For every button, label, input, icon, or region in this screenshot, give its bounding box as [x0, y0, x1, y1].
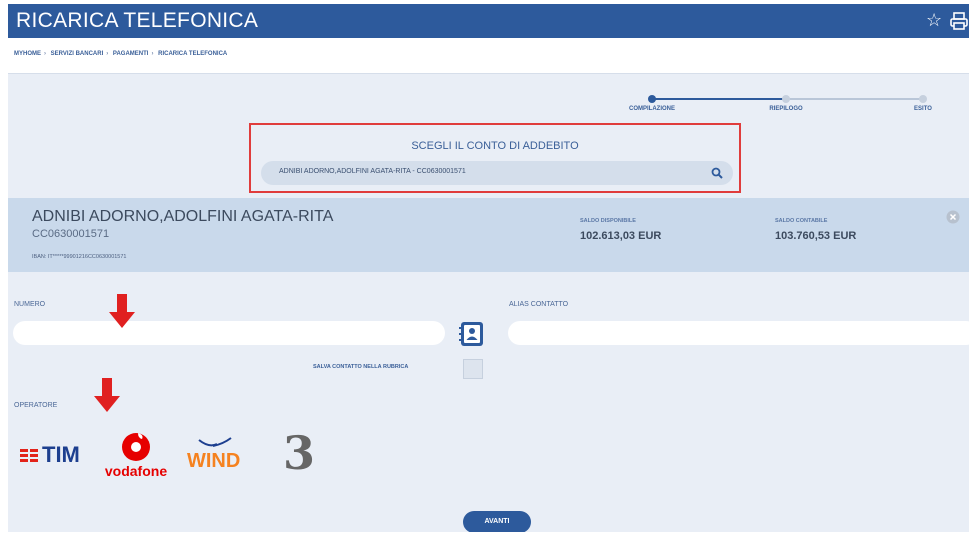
- vodafone-logo-icon: [122, 433, 150, 461]
- title-bar: RICARICA TELEFONICA ☆: [8, 4, 969, 38]
- conto-selection-box: SCEGLI IL CONTO DI ADDEBITO ADNIBI ADORN…: [249, 123, 741, 193]
- search-icon[interactable]: [711, 167, 723, 179]
- operatore-label: OPERATORE: [14, 402, 58, 409]
- breadcrumb-item-myhome[interactable]: MYHOME: [14, 51, 41, 57]
- saldo-disponibile-label: SALDO DISPONIBILE: [580, 218, 636, 224]
- conto-title: SCEGLI IL CONTO DI ADDEBITO: [411, 140, 579, 152]
- step-dot-compilazione: [648, 95, 656, 103]
- saldo-disponibile-value: 102.613,03 EUR: [580, 230, 662, 242]
- step-dot-esito: [919, 95, 927, 103]
- breadcrumb-item-pagamenti[interactable]: PAGAMENTI: [113, 51, 149, 57]
- saldo-contabile-value: 103.760,53 EUR: [775, 230, 857, 242]
- step-connector: [652, 98, 785, 100]
- step-indicator: COMPILAZIONE RIEPILOGO ESITO: [8, 92, 969, 122]
- step-connector: [785, 98, 923, 100]
- operator-wind[interactable]: WIND: [179, 436, 251, 476]
- operator-name: WIND: [187, 450, 241, 472]
- step-label-compilazione: COMPILAZIONE: [629, 106, 675, 112]
- printer-icon[interactable]: [950, 12, 968, 30]
- numero-input[interactable]: [13, 321, 445, 345]
- operator-three[interactable]: 3: [277, 426, 317, 482]
- operator-vodafone[interactable]: vodafone: [98, 429, 174, 481]
- operator-name: vodafone: [104, 463, 168, 479]
- close-icon[interactable]: [946, 210, 960, 224]
- star-icon[interactable]: ☆: [926, 10, 942, 31]
- numero-label: NUMERO: [14, 301, 46, 308]
- conto-selected-value: ADNIBI ADORNO,ADOLFINI AGATA-RITA - CC06…: [279, 168, 466, 175]
- breadcrumb-item-ricarica-telefonica: RICARICA TELEFONICA: [158, 51, 228, 57]
- breadcrumb: MYHOME › SERVIZI BANCARI › PAGAMENTI › RICA…: [14, 51, 228, 57]
- address-book-icon[interactable]: [459, 321, 485, 347]
- conto-select[interactable]: ADNIBI ADORNO,ADOLFINI AGATA-RITA - CC06…: [261, 161, 733, 185]
- breadcrumb-bar: MYHOME › SERVIZI BANCARI › PAGAMENTI › RICA…: [8, 38, 969, 74]
- arrow-down-icon: [94, 378, 120, 412]
- save-contact-label: SALVA CONTATTO NELLA RUBRICA: [313, 364, 409, 370]
- page-title: RICARICA TELEFONICA: [16, 9, 259, 32]
- account-holder-name: ADNIBI ADORNO,ADOLFINI AGATA-RITA: [32, 208, 334, 225]
- account-code: CC0630001571: [32, 228, 110, 240]
- step-dot-riepilogo: [782, 95, 790, 103]
- alias-input[interactable]: [508, 321, 969, 345]
- save-contact-checkbox[interactable]: [463, 359, 483, 379]
- alias-label: ALIAS CONTATTO: [509, 301, 569, 308]
- avanti-button[interactable]: AVANTI: [463, 511, 531, 532]
- account-iban: IBAN: IT*****99901216CC0630001571: [32, 254, 127, 260]
- breadcrumb-item-servizi-bancari[interactable]: SERVIZI BANCARI: [51, 51, 104, 57]
- operator-name: TIM: [42, 442, 80, 467]
- page-frame: RICARICA TELEFONICA ☆ MYHOME › SERVIZI BA…: [8, 4, 969, 532]
- step-label-esito: ESITO: [914, 106, 932, 112]
- step-label-riepilogo: RIEPILOGO: [769, 106, 803, 112]
- saldo-contabile-label: SALDO CONTABILE: [775, 218, 828, 224]
- arrow-down-icon: [109, 294, 135, 328]
- account-card: ADNIBI ADORNO,ADOLFINI AGATA-RITA CC0630…: [8, 198, 969, 272]
- operator-tim[interactable]: TIM: [18, 440, 90, 470]
- operator-name: 3: [283, 426, 316, 480]
